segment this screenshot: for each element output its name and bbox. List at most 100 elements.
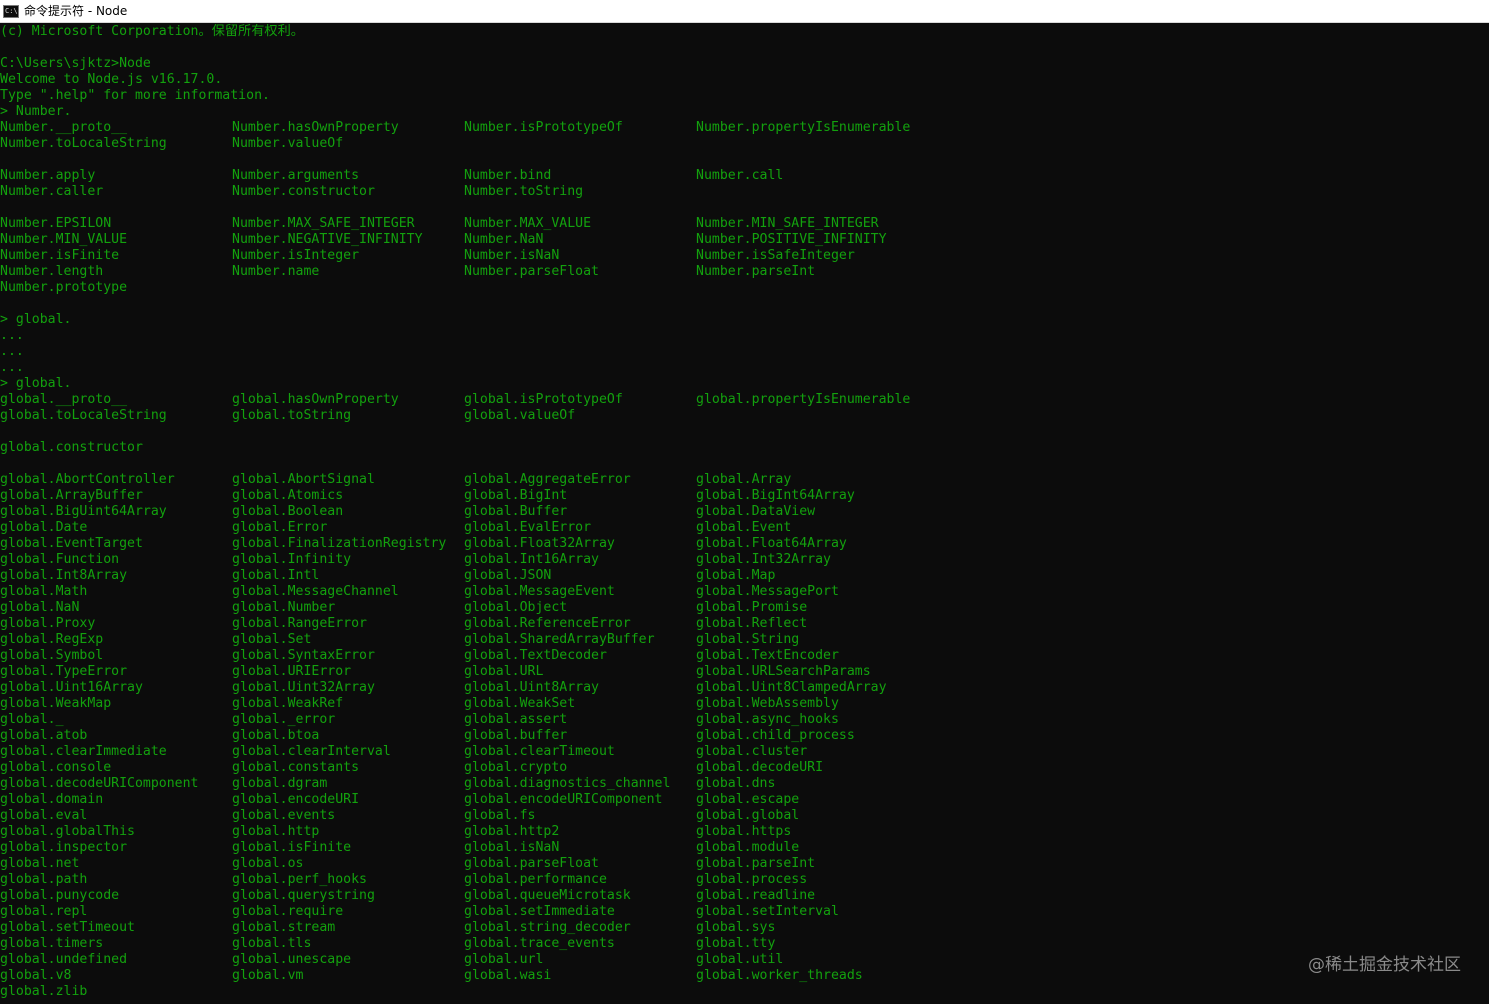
console-cell: global.DataView	[696, 504, 816, 519]
console-cell: global.module	[696, 840, 800, 855]
console-cell: global.constructor	[0, 440, 143, 455]
console-cell: Number.EPSILON	[0, 216, 112, 231]
console-cell: global.setTimeout	[0, 920, 135, 935]
console-cell: global.TextDecoder	[464, 648, 607, 663]
console-cell: global.Uint16Array	[0, 680, 143, 695]
console-cell: global.globalThis	[0, 824, 135, 839]
console-cell: global.isNaN	[464, 840, 560, 855]
console-cell: global.Intl	[232, 568, 320, 583]
console-cell: global.encodeURI	[232, 792, 360, 807]
console-cell: > global.	[0, 376, 72, 391]
console-cell: global.Uint32Array	[232, 680, 375, 695]
console-cell: Number.POSITIVE_INFINITY	[696, 232, 887, 247]
console-cell: Number.arguments	[232, 168, 360, 183]
console-cell: global.events	[232, 808, 336, 823]
console-cell: global.NaN	[0, 600, 80, 615]
console-cell: global.require	[232, 904, 344, 919]
console-cell: global.Symbol	[0, 648, 104, 663]
console-cell: global.btoa	[232, 728, 320, 743]
console-cell: global.MessageChannel	[232, 584, 399, 599]
console-cell: global.fs	[464, 808, 536, 823]
console-cell: global.hasOwnProperty	[232, 392, 399, 407]
console-cell: global.parseInt	[696, 856, 816, 871]
console-cell: global.undefined	[0, 952, 128, 967]
console-cell: global.RangeError	[232, 616, 367, 631]
console-cell: global.url	[464, 952, 544, 967]
console-cell: global.BigUint64Array	[0, 504, 167, 519]
console-cell: global.Promise	[696, 600, 808, 615]
console-cell: global.URIError	[232, 664, 352, 679]
console-cell: global.clearImmediate	[0, 744, 167, 759]
console-cell: global.Float64Array	[696, 536, 847, 551]
console-cell: global.WebAssembly	[696, 696, 839, 711]
console-cell: global.valueOf	[464, 408, 576, 423]
console-cell: global.punycode	[0, 888, 120, 903]
console-cell: Number.length	[0, 264, 104, 279]
window-titlebar[interactable]: C:\ 命令提示符 - Node	[0, 0, 1489, 23]
console-cell: ...	[0, 344, 24, 359]
console-cell: global.Event	[696, 520, 792, 535]
console-cell: Number.NaN	[464, 232, 544, 247]
console-cell: global.AggregateError	[464, 472, 631, 487]
console-cell: Number.propertyIsEnumerable	[696, 120, 911, 135]
console-cell: global.WeakMap	[0, 696, 112, 711]
console-cell: global.EvalError	[464, 520, 592, 535]
console-cell: Number.__proto__	[0, 120, 128, 135]
console-cell: global.timers	[0, 936, 104, 951]
console-cell: global.worker_threads	[696, 968, 863, 983]
console-cell: global.child_process	[696, 728, 855, 743]
console-cell: global.Object	[464, 600, 568, 615]
console-cell: global.BigInt	[464, 488, 568, 503]
console-cell: Number.caller	[0, 184, 104, 199]
console-cell: Number.isSafeInteger	[696, 248, 855, 263]
console-cell: global.isPrototypeOf	[464, 392, 623, 407]
console-cell: Number.MAX_VALUE	[464, 216, 592, 231]
console-cell: global.decodeURI	[696, 760, 824, 775]
console-cell: global.AbortSignal	[232, 472, 375, 487]
console-cell: ...	[0, 360, 24, 375]
console-cell: global.MessageEvent	[464, 584, 615, 599]
console-cell: global.constants	[232, 760, 360, 775]
console-cell: Number.MIN_VALUE	[0, 232, 128, 247]
console-cell: global.perf_hooks	[232, 872, 367, 887]
console-cell: global.Map	[696, 568, 776, 583]
console-output[interactable]: (c) Microsoft Corporation。保留所有权利。 C:\User…	[0, 24, 1489, 1004]
console-cell: global.buffer	[464, 728, 568, 743]
console-cell: Number.bind	[464, 168, 552, 183]
console-cell: global.__proto__	[0, 392, 128, 407]
console-cell: Number.isInteger	[232, 248, 360, 263]
console-cell: > Number.	[0, 104, 72, 119]
console-cell: Number.toLocaleString	[0, 136, 167, 151]
console-cell: global.domain	[0, 792, 104, 807]
console-cell: Number.call	[696, 168, 784, 183]
console-cell: global.unescape	[232, 952, 352, 967]
cmd-icon: C:\	[3, 4, 19, 18]
console-cell: global.diagnostics_channel	[464, 776, 671, 791]
console-cell: global.TextEncoder	[696, 648, 839, 663]
console-cell: global.propertyIsEnumerable	[696, 392, 911, 407]
console-cell: global.clearInterval	[232, 744, 391, 759]
console-cell: global.querystring	[232, 888, 375, 903]
console-cell: global.dns	[696, 776, 776, 791]
console-cell: global.setImmediate	[464, 904, 615, 919]
console-cell: global.tty	[696, 936, 776, 951]
console-cell: global.Boolean	[232, 504, 344, 519]
console-cell: global._error	[232, 712, 336, 727]
console-cell: Number.toString	[464, 184, 584, 199]
console-cell: global.cluster	[696, 744, 808, 759]
console-cell: global.Proxy	[0, 616, 96, 631]
console-cell: global.decodeURIComponent	[0, 776, 199, 791]
console-cell: global.stream	[232, 920, 336, 935]
console-cell: Number.parseFloat	[464, 264, 599, 279]
watermark: @稀土掘金技术社区	[1308, 955, 1461, 975]
console-cell: Welcome to Node.js v16.17.0.	[0, 72, 223, 87]
console-cell: global.Number	[232, 600, 336, 615]
console-cell: global.net	[0, 856, 80, 871]
console-cell: global.tls	[232, 936, 312, 951]
console-cell: C:\Users\sjktz>Node	[0, 56, 151, 71]
console-cell: global.global	[696, 808, 800, 823]
console-cell: global.queueMicrotask	[464, 888, 631, 903]
console-cell: global.crypto	[464, 760, 568, 775]
console-cell: global.atob	[0, 728, 88, 743]
console-cell: Number.apply	[0, 168, 96, 183]
